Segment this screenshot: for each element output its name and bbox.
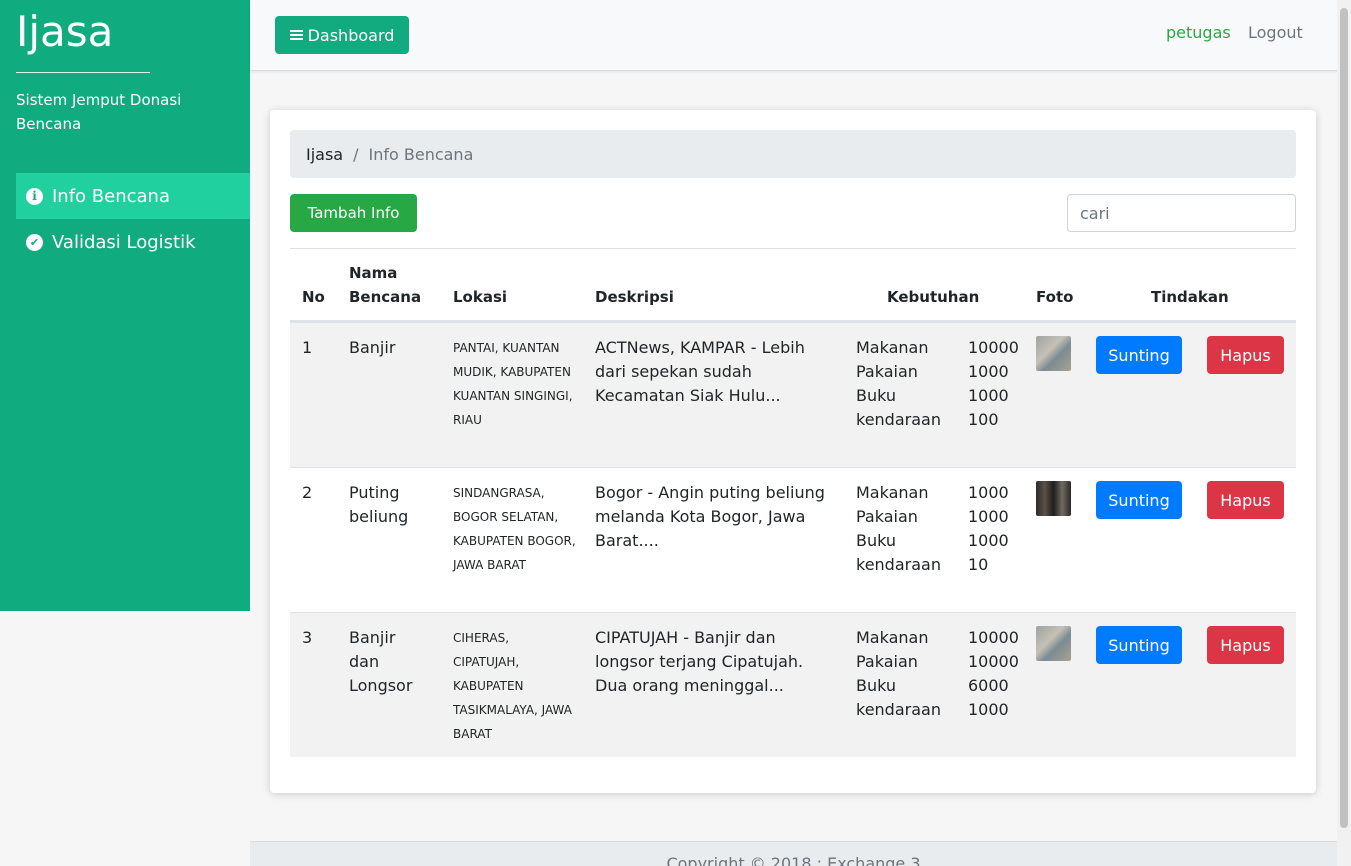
dashboard-button[interactable]: Dashboard (275, 16, 409, 54)
delete-button[interactable]: Hapus (1207, 481, 1284, 519)
cell-deskripsi: CIPATUJAH - Banjir dan longsor terjang C… (595, 628, 804, 695)
breadcrumb: Ijasa / Info Bencana (290, 130, 1296, 178)
header-nama-bencana: Nama Bencana (349, 264, 422, 306)
disaster-photo[interactable] (1036, 336, 1071, 371)
edit-button[interactable]: Sunting (1096, 336, 1182, 374)
cell-kebutuhan-qty: 10000 10000 6000 1000 (968, 628, 1019, 719)
header-lokasi: Lokasi (453, 288, 508, 306)
disaster-photo[interactable] (1036, 626, 1071, 661)
cell-kebutuhan-items: Makanan Pakaian Buku kendaraan (856, 338, 941, 429)
disaster-table: No Nama Bencana Lokasi Deskripsi Kebutuh… (290, 249, 1296, 757)
cell-no: 1 (302, 338, 313, 357)
breadcrumb-root[interactable]: Ijasa (306, 145, 343, 164)
cell-lokasi: SINDANGRASA, BOGOR SELATAN, KABUPATEN BO… (453, 486, 576, 572)
cell-kebutuhan-items: Makanan Pakaian Buku kendaraan (856, 483, 941, 574)
footer: Copyright © 2018 : Exchange 3 (250, 841, 1337, 866)
sidebar-item-info-bencana[interactable]: i Info Bencana (16, 173, 250, 219)
top-navbar: Dashboard petugas Logout (250, 0, 1337, 71)
header-tindakan: Tindakan (1151, 288, 1229, 306)
check-circle-icon: ✔ (26, 233, 43, 251)
footer-copyright: Copyright © 2018 : Exchange 3 (666, 854, 921, 866)
logout-link[interactable]: Logout (1248, 23, 1303, 42)
scrollbar-thumb[interactable] (1340, 8, 1348, 828)
sidebar-item-validasi-logistik[interactable]: ✔ Validasi Logistik (16, 219, 250, 265)
header-deskripsi: Deskripsi (595, 288, 674, 306)
disaster-photo[interactable] (1036, 481, 1071, 516)
menu-bars-icon (289, 28, 303, 42)
sidebar-item-label: Info Bencana (52, 185, 170, 207)
edit-button[interactable]: Sunting (1096, 481, 1182, 519)
cell-lokasi: CIHERAS, CIPATUJAH, KABUPATEN TASIKMALAY… (453, 631, 572, 741)
table-row: 1 Banjir PANTAI, KUANTAN MUDIK, KABUPATE… (290, 322, 1296, 467)
cell-nama: Puting beliung (349, 483, 409, 526)
cell-no: 3 (302, 628, 313, 647)
user-link[interactable]: petugas (1166, 23, 1231, 42)
add-info-button[interactable]: Tambah Info (290, 194, 417, 232)
delete-button[interactable]: Hapus (1207, 626, 1284, 664)
cell-deskripsi: ACTNews, KAMPAR - Lebih dari sepekan sud… (595, 338, 805, 405)
table-row: 2 Puting beliung SINDANGRASA, BOGOR SELA… (290, 467, 1296, 612)
header-foto: Foto (1036, 288, 1074, 306)
header-no: No (302, 288, 325, 306)
delete-button[interactable]: Hapus (1207, 336, 1284, 374)
sidebar-item-label: Validasi Logistik (52, 231, 196, 253)
cell-lokasi: PANTAI, KUANTAN MUDIK, KABUPATEN KUANTAN… (453, 341, 573, 427)
breadcrumb-separator: / (353, 144, 359, 164)
cell-nama: Banjir dan Longsor (349, 628, 413, 695)
page-scrollbar[interactable] (1337, 0, 1351, 866)
brand-logo[interactable]: Ijasa (16, 6, 113, 58)
dashboard-label: Dashboard (307, 25, 395, 45)
info-icon: i (26, 187, 43, 205)
table-header: No Nama Bencana Lokasi Deskripsi Kebutuh… (290, 249, 1296, 322)
sidebar: Ijasa Sistem Jemput Donasi Bencana i Inf… (0, 0, 250, 611)
cell-kebutuhan-qty: 10000 1000 1000 100 (968, 338, 1019, 429)
brand-tagline: Sistem Jemput Donasi Bencana (16, 91, 182, 133)
table-row: 3 Banjir dan Longsor CIHERAS, CIPATUJAH,… (290, 612, 1296, 757)
edit-button[interactable]: Sunting (1096, 626, 1182, 664)
header-kebutuhan: Kebutuhan (887, 288, 980, 306)
content-card: Ijasa / Info Bencana Tambah Info No Nama… (270, 110, 1316, 793)
cell-nama: Banjir (349, 338, 396, 357)
cell-kebutuhan-items: Makanan Pakaian Buku kendaraan (856, 628, 941, 719)
breadcrumb-current: Info Bencana (368, 144, 474, 164)
brand-divider (16, 72, 150, 73)
cell-kebutuhan-qty: 1000 1000 1000 10 (968, 483, 1009, 574)
search-input[interactable] (1067, 194, 1296, 232)
cell-no: 2 (302, 483, 313, 502)
cell-deskripsi: Bogor - Angin puting beliung melanda Kot… (595, 483, 825, 550)
